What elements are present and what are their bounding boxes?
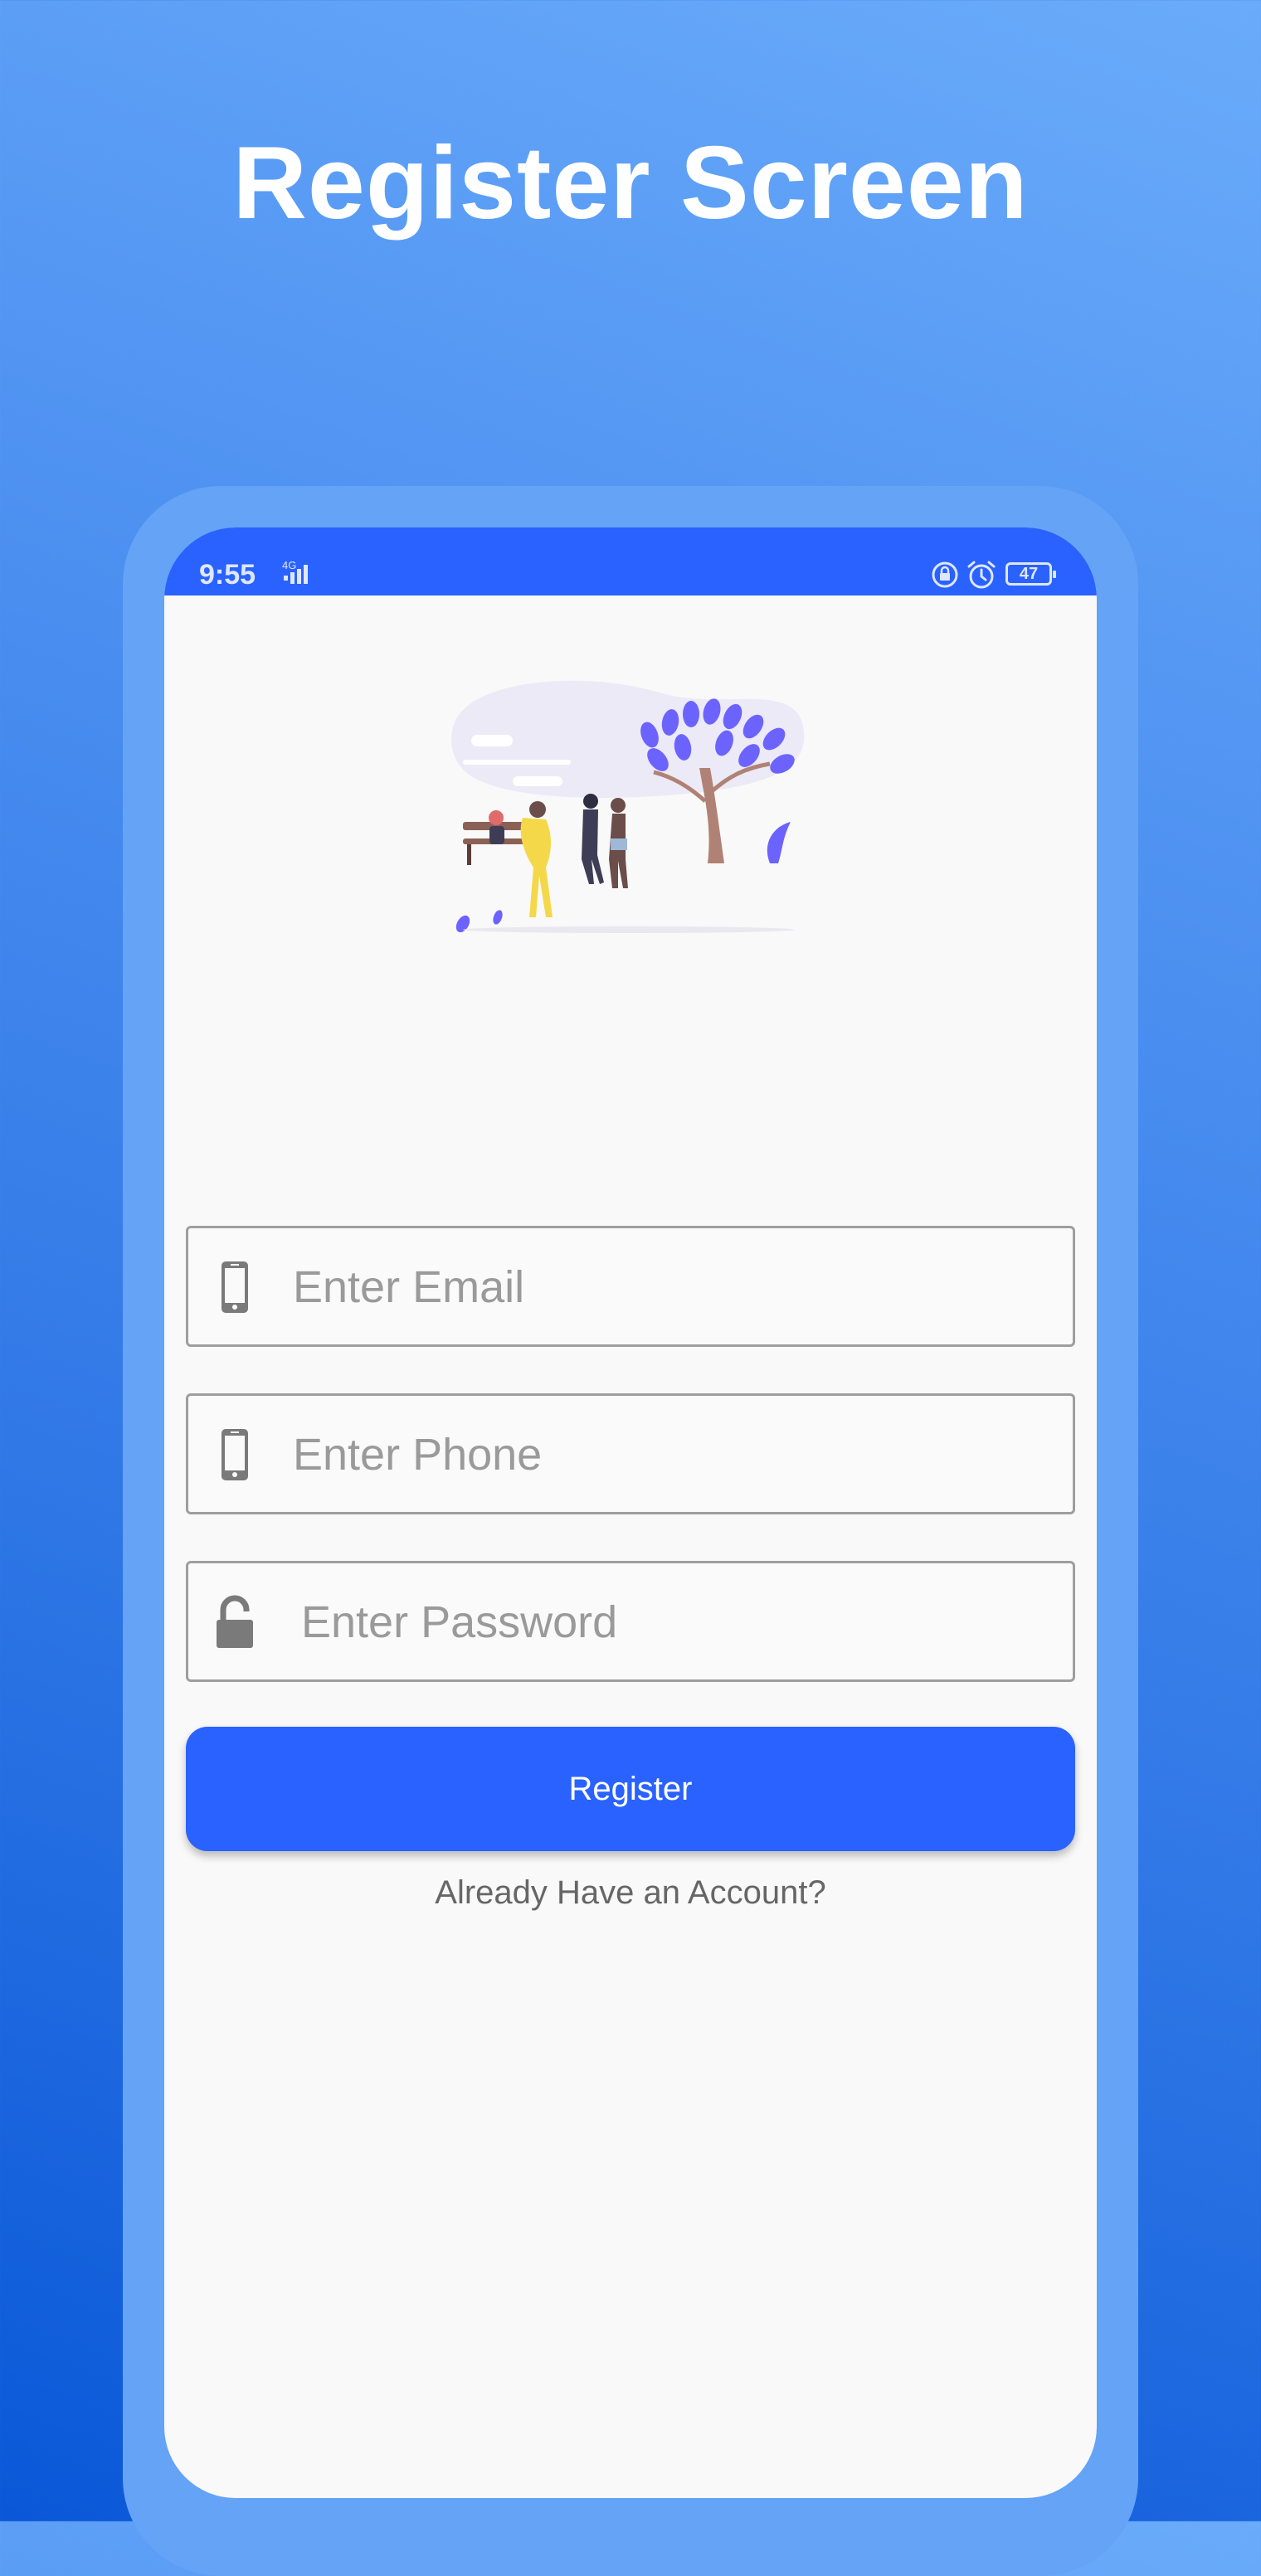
status-bar: 9:55 4G 47 <box>164 527 1097 595</box>
phone-input[interactable] <box>291 1412 1041 1497</box>
park-people-illustration <box>451 680 805 933</box>
register-button[interactable]: Register <box>186 1727 1075 1851</box>
phone-field[interactable] <box>186 1393 1075 1514</box>
lock-rotate-icon <box>932 561 958 588</box>
signal-icon <box>284 565 308 584</box>
phone-icon <box>222 1429 248 1480</box>
alarm-icon <box>967 561 996 589</box>
email-input[interactable] <box>291 1245 1041 1329</box>
battery-icon: 47 <box>1005 562 1056 586</box>
login-link[interactable]: Already Have an Account? <box>164 1874 1097 1912</box>
phone-icon <box>222 1261 248 1313</box>
password-input[interactable] <box>299 1580 1049 1665</box>
unlock-icon <box>217 1595 253 1648</box>
email-field[interactable] <box>186 1226 1075 1347</box>
app-screen: 9:55 4G 47 Enter Email Enter Phone Regis… <box>164 527 1097 2498</box>
banner-title: Register Screen <box>232 126 1029 241</box>
status-time: 9:55 <box>199 559 256 591</box>
password-field[interactable] <box>186 1561 1075 1682</box>
